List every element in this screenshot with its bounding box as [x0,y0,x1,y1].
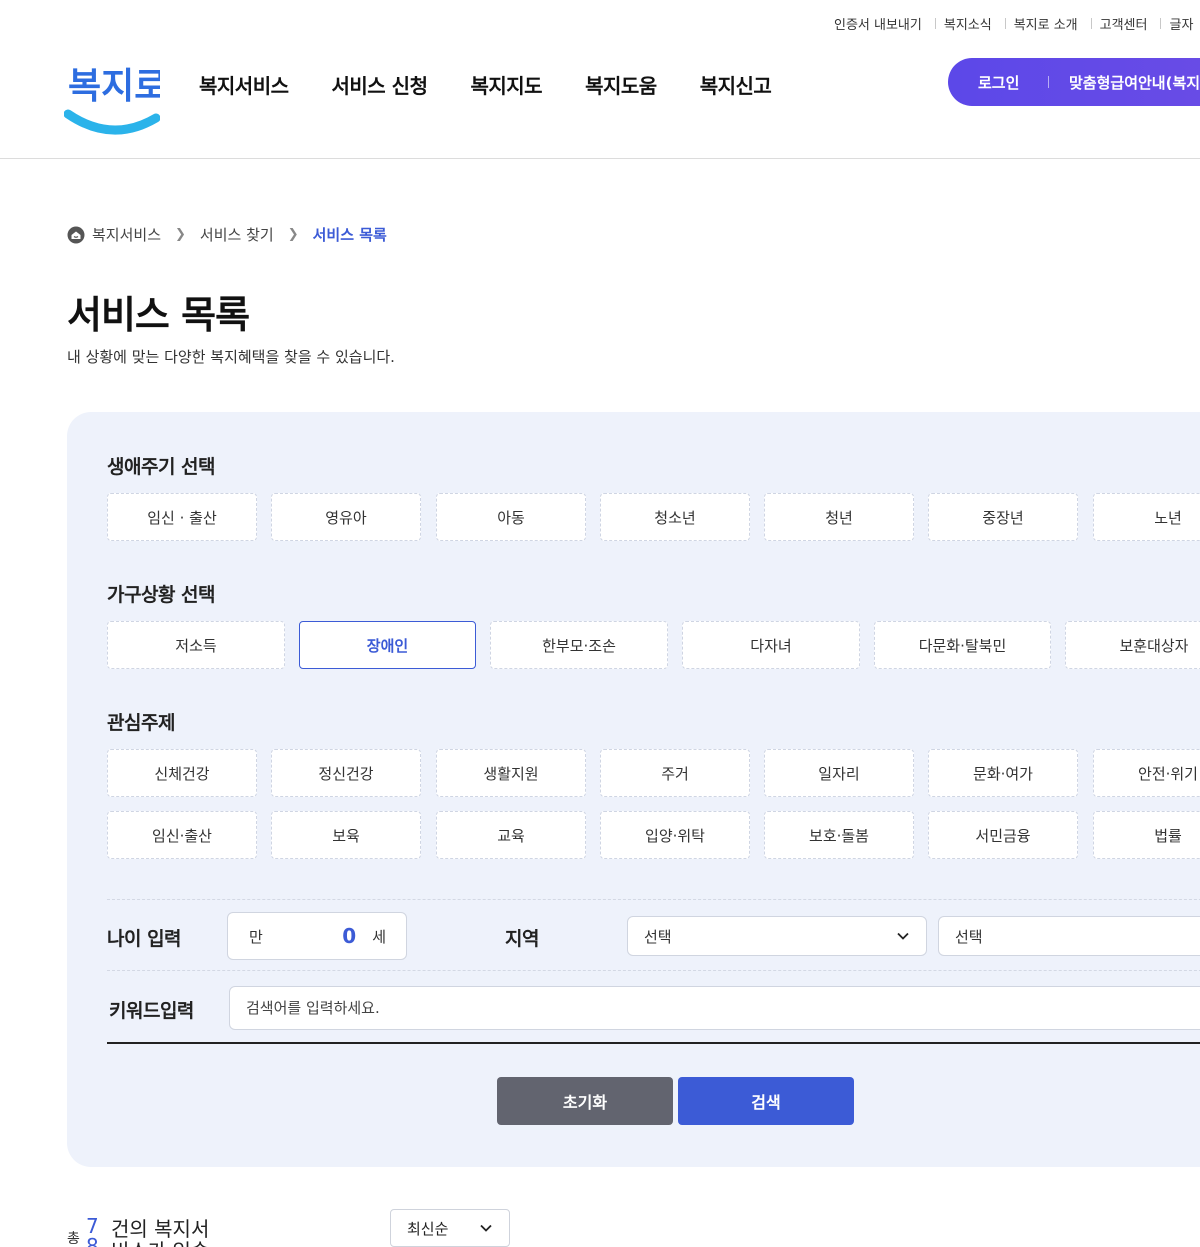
login-pill: 로그인 맞춤형급여안내(복지 [948,58,1200,106]
sort-select-value: 최신순 [407,1219,449,1238]
result-text: 건의 복지서비스가 있습 [111,1217,210,1247]
filter-panel: 생애주기 선택 임신 · 출산 영유아 아동 청소년 청년 중장년 노년 가구상… [67,412,1200,1167]
breadcrumb: 복지서비스 ❯ 서비스 찾기 ❯ 서비스 목록 [67,224,387,245]
interest-chip-microfinance[interactable]: 서민금융 [928,811,1078,859]
interest-chip-safety[interactable]: 안전·위기 [1093,749,1200,797]
nav-welfare-service[interactable]: 복지서비스 [199,70,289,99]
breadcrumb-current: 서비스 목록 [312,226,387,244]
filter-divider [107,899,1200,900]
nav-service-apply[interactable]: 서비스 신청 [332,70,428,99]
interest-chip-care[interactable]: 보호·돌봄 [764,811,914,859]
interest-chip-adoption[interactable]: 입양·위탁 [600,811,750,859]
sort-select[interactable]: 최신순 [390,1209,510,1247]
filter-divider [107,970,1200,971]
breadcrumb-mid[interactable]: 서비스 찾기 [200,224,274,245]
household-chip-disabled[interactable]: 장애인 [299,621,476,669]
page-title: 서비스 목록 [67,293,250,337]
household-chip-multicultural[interactable]: 다문화·탈북민 [874,621,1051,669]
region-label: 지역 [505,928,539,950]
page-description: 내 상황에 맞는 다양한 복지혜택을 찾을 수 있습니다. [67,348,395,366]
region-select-city-value: 선택 [955,927,983,946]
breadcrumb-home[interactable]: 복지서비스 [92,224,161,245]
result-summary: 총 78 건의 복지서비스가 있습 [67,1214,397,1247]
household-chip-multi-child[interactable]: 다자녀 [682,621,860,669]
region-select-province-value: 선택 [644,927,672,946]
reset-button[interactable]: 초기화 [497,1077,673,1125]
filter-divider-solid [107,1042,1200,1044]
age-input[interactable]: 만 0 세 [227,912,407,960]
lifecycle-chip-teen[interactable]: 청소년 [600,493,750,541]
search-button[interactable]: 검색 [678,1077,854,1125]
lifecycle-chip-child[interactable]: 아동 [436,493,586,541]
result-count: 78 [86,1214,99,1247]
interest-chip-culture[interactable]: 문화·여가 [928,749,1078,797]
age-prefix: 만 [249,927,263,946]
pill-separator [1048,76,1049,88]
lifecycle-title: 생애주기 선택 [107,456,216,478]
result-prefix: 총 [67,1231,80,1247]
interest-chip-housing[interactable]: 주거 [600,749,750,797]
interest-chip-pregnancy[interactable]: 임신·출산 [107,811,257,859]
household-chip-single-parent[interactable]: 한부모·조손 [490,621,668,669]
interest-chip-living-support[interactable]: 생활지원 [436,749,586,797]
household-chip-low-income[interactable]: 저소득 [107,621,285,669]
site-logo[interactable]: 복지로 [63,52,167,142]
home-icon[interactable] [67,226,85,244]
age-suffix: 세 [372,927,386,946]
login-button[interactable]: 로그인 [948,72,1048,93]
custom-benefit-guide-link[interactable]: 맞춤형급여안내(복지 [1069,72,1200,93]
lifecycle-chip-middle-age[interactable]: 중장년 [928,493,1078,541]
lifecycle-chip-youth[interactable]: 청년 [764,493,914,541]
keyword-label: 키워드입력 [109,1000,194,1022]
age-value[interactable]: 0 [342,924,356,948]
region-select-city[interactable]: 선택 [938,916,1200,956]
nav-welfare-map[interactable]: 복지지도 [470,70,542,99]
keyword-input[interactable] [229,986,1200,1030]
lifecycle-chip-pregnancy[interactable]: 임신 · 출산 [107,493,257,541]
nav-welfare-help[interactable]: 복지도움 [585,70,657,99]
household-chip-veteran[interactable]: 보훈대상자 [1065,621,1200,669]
site-header: 복지로 복지서비스 서비스 신청 복지지도 복지도움 복지신고 로그인 맞춤형급… [0,0,1200,159]
chevron-down-icon [480,1224,492,1232]
chevron-right-icon: ❯ [287,227,299,242]
interest-chip-jobs[interactable]: 일자리 [764,749,914,797]
region-select-province[interactable]: 선택 [627,916,927,956]
interest-chip-mental-health[interactable]: 정신건강 [271,749,421,797]
interest-title: 관심주제 [107,712,175,734]
interest-chip-childcare[interactable]: 보육 [271,811,421,859]
chevron-down-icon [897,932,909,940]
logo-text: 복지로 [68,66,160,107]
lifecycle-chip-senior[interactable]: 노년 [1093,493,1200,541]
age-label: 나이 입력 [107,928,182,950]
interest-chip-education[interactable]: 교육 [436,811,586,859]
lifecycle-chip-infant[interactable]: 영유아 [271,493,421,541]
logo-mark-icon: 복지로 [63,66,167,135]
interest-chip-physical-health[interactable]: 신체건강 [107,749,257,797]
chevron-right-icon: ❯ [175,227,186,242]
interest-chip-legal[interactable]: 법률 [1093,811,1200,859]
household-title: 가구상황 선택 [107,584,216,606]
nav-welfare-report[interactable]: 복지신고 [700,70,772,99]
main-nav: 복지서비스 서비스 신청 복지지도 복지도움 복지신고 [199,70,814,99]
